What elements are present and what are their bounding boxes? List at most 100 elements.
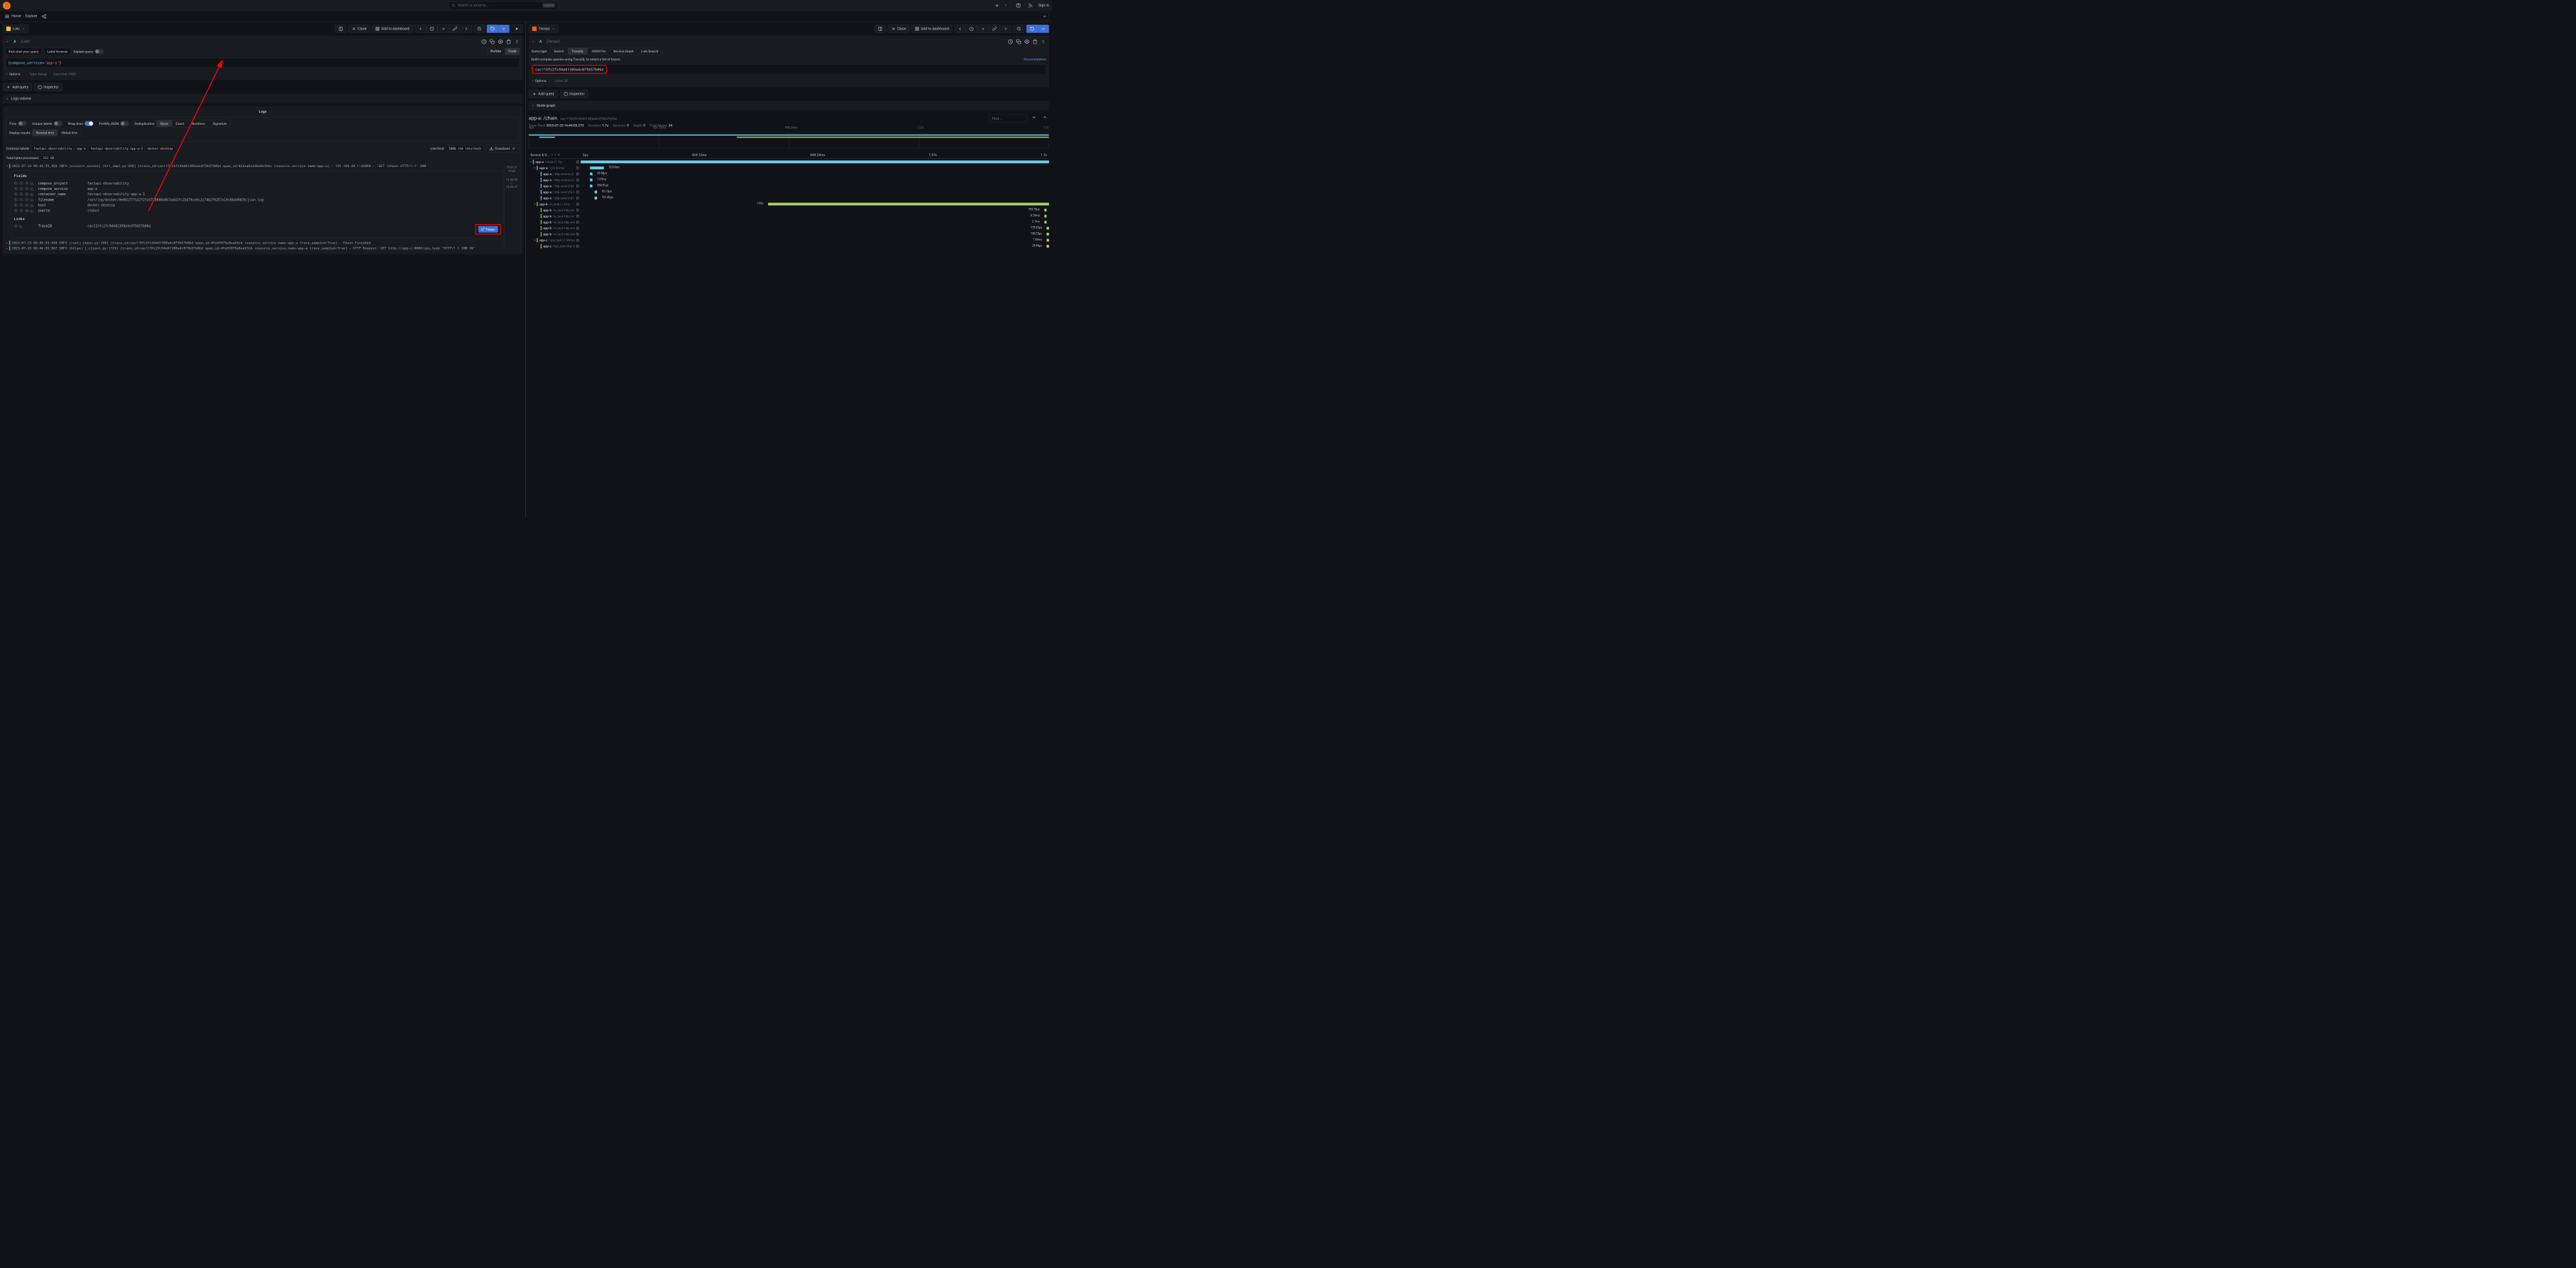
- close-button[interactable]: Close: [888, 25, 910, 33]
- add-to-dashboard-button[interactable]: Add to dashboard: [372, 25, 413, 33]
- time-toggle[interactable]: [18, 121, 27, 125]
- menu-icon[interactable]: [3, 12, 11, 21]
- live-tail-icon[interactable]: [511, 25, 523, 33]
- history-back-icon[interactable]: [955, 25, 966, 33]
- time-dropdown-icon[interactable]: [437, 25, 449, 33]
- stats-icon[interactable]: [30, 203, 34, 207]
- time-picker-icon[interactable]: [426, 25, 437, 33]
- stats-icon[interactable]: [30, 209, 34, 213]
- eye-icon[interactable]: [25, 198, 29, 202]
- span-row[interactable]: ▾ app-c /cpu_task (1.94ms) 1.94ms: [529, 237, 1049, 244]
- eye-icon[interactable]: [25, 209, 29, 213]
- trash-icon[interactable]: [1032, 39, 1038, 45]
- span-log-icon[interactable]: [576, 160, 580, 164]
- zoom-in-icon[interactable]: [14, 181, 18, 185]
- span-log-icon[interactable]: [576, 238, 580, 242]
- prev-result-icon[interactable]: [1041, 113, 1049, 121]
- plus-icon[interactable]: [993, 1, 1001, 9]
- global-search-input[interactable]: Search or jump to... cmd+k: [449, 1, 558, 9]
- query-type-loki-search[interactable]: Loki Search: [637, 48, 662, 54]
- dropdown-caret[interactable]: ▾: [1005, 4, 1006, 7]
- documentation-link[interactable]: Documentation: [1024, 58, 1046, 62]
- span-log-icon[interactable]: [576, 202, 580, 206]
- span-row[interactable]: app-b /io_task http sen 189.25μs: [529, 231, 1049, 237]
- eye-icon[interactable]: [1024, 39, 1030, 45]
- span-log-icon[interactable]: [576, 178, 580, 182]
- inspector-button[interactable]: Inspector: [560, 90, 588, 98]
- time-dropdown-icon[interactable]: [977, 25, 989, 33]
- copy-icon[interactable]: [1016, 39, 1022, 45]
- copy-icon[interactable]: [489, 39, 495, 45]
- dedup-signature[interactable]: Signature: [209, 120, 230, 127]
- builder-tab[interactable]: Builder: [487, 48, 504, 54]
- label-browser-button[interactable]: Label browser: [44, 48, 71, 55]
- eye-icon[interactable]: [497, 39, 503, 45]
- run-dropdown-icon[interactable]: [498, 25, 510, 33]
- zoom-out-icon[interactable]: [19, 203, 23, 207]
- next-result-icon[interactable]: [1030, 113, 1038, 121]
- span-row[interactable]: app-b /io_task http rec 799.79μs: [529, 207, 1049, 213]
- eye-icon[interactable]: [25, 181, 29, 185]
- zoom-out-icon[interactable]: [1013, 25, 1024, 33]
- log-line[interactable]: ▸ 2023-07-23 08:46:59,968 INFO [root] [m…: [6, 240, 504, 246]
- trash-icon[interactable]: [506, 39, 512, 45]
- history-forward-icon[interactable]: [461, 25, 472, 33]
- eye-icon[interactable]: [14, 224, 18, 228]
- zoom-out-icon[interactable]: [19, 193, 23, 197]
- drag-icon[interactable]: [1040, 39, 1046, 45]
- log-line[interactable]: ▾ 2023-07-23 08:46:59,968 INFO [uvicorn.…: [6, 163, 504, 168]
- eye-icon[interactable]: [25, 203, 29, 207]
- span-log-icon[interactable]: [576, 184, 580, 188]
- span-log-icon[interactable]: [576, 166, 580, 170]
- split-icon[interactable]: [335, 25, 346, 33]
- unique-labels-toggle[interactable]: [54, 121, 62, 125]
- double-chevron-icon[interactable]: [557, 153, 560, 156]
- dedup-numbers[interactable]: Numbers: [188, 120, 209, 127]
- history-back-icon[interactable]: [415, 25, 426, 33]
- zoom-out-icon[interactable]: [19, 187, 23, 191]
- code-tab[interactable]: Code: [504, 48, 519, 54]
- span-row[interactable]: ▾ app-a /chain (1.7s): [529, 159, 1049, 165]
- zoom-out-icon[interactable]: [474, 25, 485, 33]
- span-row[interactable]: app-c /cpu_task http re 24.46μs: [529, 244, 1049, 250]
- zoom-out-icon[interactable]: [19, 209, 23, 213]
- help-icon[interactable]: [1014, 1, 1022, 9]
- prettify-json-toggle[interactable]: [120, 121, 129, 125]
- stats-icon[interactable]: [30, 181, 34, 185]
- link-icon[interactable]: [449, 25, 461, 33]
- span-row[interactable]: app-a / http receive (2 28.54μs: [529, 171, 1049, 177]
- news-icon[interactable]: [1026, 1, 1034, 9]
- time-picker-icon[interactable]: [966, 25, 977, 33]
- zoom-in-icon[interactable]: [14, 198, 18, 202]
- span-log-icon[interactable]: [576, 208, 580, 212]
- span-log-icon[interactable]: [576, 244, 580, 248]
- trace-minimap[interactable]: [529, 133, 1049, 148]
- kick-start-button[interactable]: Kick start your query: [5, 48, 42, 55]
- span-log-icon[interactable]: [576, 196, 580, 200]
- breadcrumb-home[interactable]: Home: [11, 14, 21, 18]
- node-graph-section[interactable]: Node graph: [529, 101, 1049, 110]
- stats-icon[interactable]: [30, 193, 34, 197]
- zoom-in-icon[interactable]: [14, 203, 18, 207]
- zoom-out-icon[interactable]: [19, 198, 23, 202]
- span-log-icon[interactable]: [576, 190, 580, 194]
- dedup-exact[interactable]: Exact: [172, 120, 187, 127]
- options-row[interactable]: Options Type: Range Line limit: 1000: [5, 70, 520, 78]
- share-icon[interactable]: [40, 12, 48, 20]
- tempo-link-button[interactable]: Tempo: [478, 226, 498, 233]
- stats-icon[interactable]: [30, 198, 34, 202]
- split-icon[interactable]: [875, 25, 886, 33]
- eye-icon[interactable]: [25, 193, 29, 197]
- history-forward-icon[interactable]: [1000, 25, 1012, 33]
- stats-icon[interactable]: [19, 224, 23, 228]
- close-button[interactable]: Close: [348, 25, 370, 33]
- download-button[interactable]: Download: [486, 144, 519, 152]
- span-row[interactable]: ▾ app-a / (32.63ms) 32.63ms: [529, 165, 1049, 171]
- query-type-service-graph[interactable]: Service Graph: [610, 48, 638, 54]
- query-type-json-file[interactable]: JSON File: [588, 48, 610, 54]
- span-log-icon[interactable]: [576, 226, 580, 230]
- span-row[interactable]: app-a / http send (53.1 53.13μs: [529, 189, 1049, 195]
- grafana-logo[interactable]: [3, 1, 10, 9]
- span-log-icon[interactable]: [576, 220, 580, 224]
- query-info-icon[interactable]: [481, 39, 487, 45]
